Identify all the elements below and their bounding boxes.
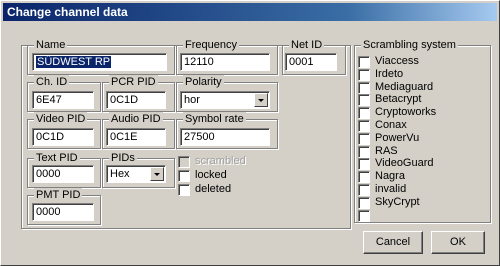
locked-checkbox[interactable] <box>178 170 190 182</box>
deleted-label: deleted <box>195 183 232 195</box>
text-pid-label: Text PID <box>34 151 80 165</box>
pids-label: PIDs <box>109 151 137 165</box>
scrambled-checkbox[interactable] <box>178 156 190 168</box>
cancel-button[interactable]: Cancel <box>363 231 423 254</box>
frequency-label: Frequency <box>183 38 239 52</box>
polarity-value: hor <box>184 94 200 106</box>
scrambling-checkbox[interactable] <box>358 184 370 196</box>
audio-pid-field[interactable]: 0C1E <box>106 128 166 146</box>
scrambling-checkbox[interactable] <box>358 68 370 81</box>
scrambling-option-label: RAS <box>375 144 398 157</box>
scrambling-option-label: Betacrypt <box>375 93 422 106</box>
video-pid-label: Video PID <box>34 112 88 126</box>
pcr-pid-field[interactable]: 0C1D <box>106 91 166 109</box>
scrambling-option-label: Irdeto <box>375 67 404 80</box>
net-id-field[interactable]: 0001 <box>285 53 337 71</box>
net-id-label: Net ID <box>289 38 325 52</box>
text-pid-field[interactable]: 0000 <box>32 165 94 183</box>
scrambling-option-label: Conax <box>375 119 407 131</box>
ch-id-label: Ch. ID <box>34 75 70 89</box>
pids-value: Hex <box>110 168 130 180</box>
symbol-rate-label: Symbol rate <box>183 112 246 126</box>
scrambling-checkbox[interactable] <box>358 209 370 222</box>
scrambling-checkbox[interactable] <box>358 107 370 120</box>
ok-button[interactable]: OK <box>431 231 485 254</box>
scrambling-option-label: SkyCrypt <box>375 195 420 208</box>
pmt-pid-field[interactable]: 0000 <box>32 203 94 221</box>
scrambling-option-label: Mediaguard <box>375 80 434 93</box>
name-value: SÜDWEST RP <box>36 56 112 68</box>
scrambling-label: Scrambling system <box>361 38 458 52</box>
scrambling-option-label: Viaccess <box>375 55 419 67</box>
locked-label: locked <box>195 169 227 181</box>
polarity-select[interactable]: hor <box>180 91 270 109</box>
audio-pid-label: Audio PID <box>109 112 163 126</box>
scrambled-label: scrambled <box>195 155 246 167</box>
pcr-pid-label: PCR PID <box>109 75 158 89</box>
frequency-field[interactable]: 12110 <box>180 53 270 71</box>
scrambling-checkbox[interactable] <box>358 132 370 145</box>
dialog-window: Change channel data Name SÜDWEST RP Freq… <box>0 0 500 266</box>
scrambling-option-label: Nagra <box>375 170 405 183</box>
scrambling-checkbox[interactable] <box>358 158 370 171</box>
scrambling-option-label: VideoGuard <box>375 157 434 170</box>
scrambling-option-label: PowerVu <box>375 131 420 144</box>
scrambling-option-label: invalid <box>375 183 407 195</box>
scrambling-checkbox[interactable] <box>358 56 370 68</box>
chevron-down-icon[interactable] <box>254 93 268 107</box>
scrambling-checkbox[interactable] <box>358 94 370 107</box>
pmt-pid-label: PMT PID <box>34 188 83 202</box>
title-bar: Change channel data <box>3 3 497 21</box>
scrambling-checkbox[interactable] <box>358 145 370 158</box>
scrambling-checkbox[interactable] <box>358 196 370 209</box>
deleted-checkbox[interactable] <box>178 184 190 196</box>
name-field[interactable]: SÜDWEST RP <box>32 53 167 71</box>
scrambling-checkbox[interactable] <box>358 81 370 94</box>
chevron-down-icon[interactable] <box>150 167 164 181</box>
scrambling-option-label: Cryptoworks <box>375 106 437 119</box>
polarity-label: Polarity <box>183 75 224 89</box>
video-pid-field[interactable]: 0C1D <box>32 128 94 146</box>
symbol-rate-field[interactable]: 27500 <box>180 128 270 146</box>
name-label: Name <box>34 38 68 52</box>
scrambling-checkbox[interactable] <box>358 120 370 132</box>
ch-id-field[interactable]: 6E47 <box>32 91 94 109</box>
scrambling-checkbox[interactable] <box>358 171 370 184</box>
pids-select[interactable]: Hex <box>106 165 166 183</box>
